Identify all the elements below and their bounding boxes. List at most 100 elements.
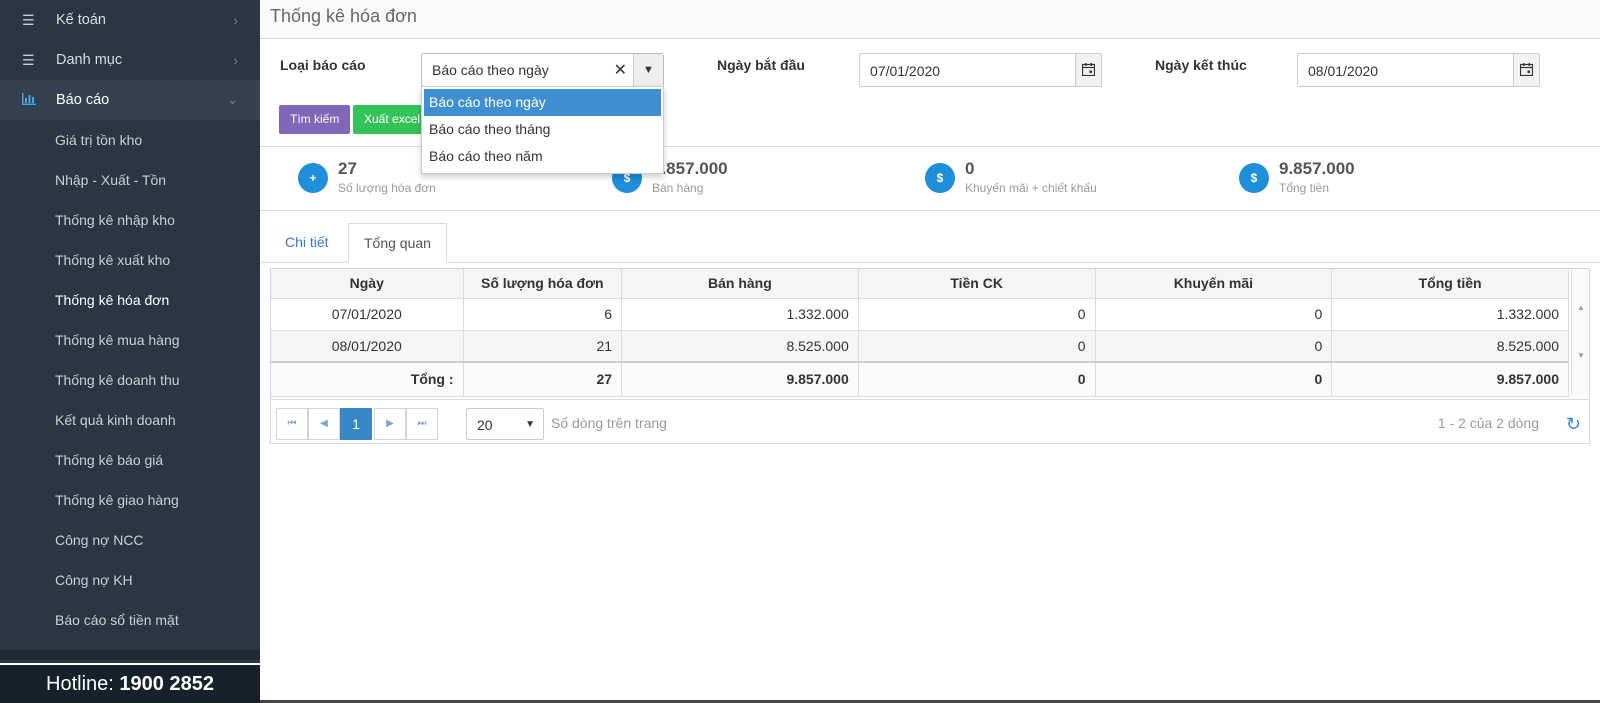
stat-value: 0 <box>965 159 975 178</box>
search-button[interactable]: Tìm kiếm <box>279 105 351 134</box>
table-cell: 8.525.000 <box>621 330 859 363</box>
sidebar-subitem[interactable]: Thống kê doanh thu <box>0 360 260 400</box>
column-header[interactable]: Bán hàng <box>621 269 859 299</box>
column-header[interactable]: Khuyến mãi <box>1095 269 1333 299</box>
sidebar-subitem[interactable]: Thống kê mua hàng <box>0 320 260 360</box>
dropdown-option[interactable]: Báo cáo theo ngày <box>424 89 661 116</box>
table-footer-cell: Tổng : <box>271 361 464 397</box>
sidebar-item-label: Kế toán <box>56 12 106 28</box>
hotline-number[interactable]: 1900 2852 <box>119 673 214 695</box>
data-grid: Ngày Số lượng hóa đơn Bán hàng Tiền CK K… <box>270 268 1590 444</box>
table-cell: 07/01/2020 <box>271 298 464 331</box>
sidebar-item-label: Báo cáo <box>56 92 110 108</box>
page-size-value[interactable]: 20 <box>477 417 493 433</box>
vertical-scrollbar[interactable]: ▲ ▼ <box>1571 269 1589 395</box>
table-cell: 21 <box>463 330 623 363</box>
filter-form: Loại báo cáo Báo cáo theo ngày ✕ ▼ Ngày … <box>260 39 1600 174</box>
sidebar-subitem[interactable]: Giá trị tồn kho <box>0 120 260 160</box>
scroll-down-icon[interactable]: ▼ <box>1577 351 1585 360</box>
stat-value: 9.857.000 <box>1279 159 1355 178</box>
sidebar: ☰ Kế toán › ☰ Danh mục › Báo cáo ⌄ Giá t… <box>0 0 260 703</box>
column-header[interactable]: Tiền CK <box>858 269 1096 299</box>
table-cell: 0 <box>858 330 1096 363</box>
prev-page-icon[interactable]: ◀ <box>308 408 340 440</box>
table-cell: 0 <box>858 298 1096 331</box>
table-footer-cell: 0 <box>1095 361 1333 397</box>
sidebar-subitem[interactable]: Công nợ NCC <box>0 520 260 560</box>
chevron-right-icon: › <box>233 12 238 28</box>
sidebar-subitem[interactable]: Nhập - Xuất - Tồn <box>0 160 260 200</box>
summary-table: Ngày Số lượng hóa đơn Bán hàng Tiền CK K… <box>271 269 1569 397</box>
table-cell: 1.332.000 <box>621 298 859 331</box>
page-size-select[interactable]: 20 ▼ <box>466 408 544 440</box>
calendar-icon[interactable] <box>1513 54 1539 86</box>
table-footer-cell: 27 <box>463 361 623 397</box>
dollar-icon: $ <box>925 163 955 193</box>
export-excel-button[interactable]: Xuất excel <box>353 105 432 134</box>
sidebar-item-label: Danh mục <box>56 52 123 68</box>
tab-tong-quan[interactable]: Tổng quan <box>348 223 447 263</box>
report-type-label: Loại báo cáo <box>280 57 366 73</box>
dropdown-option[interactable]: Báo cáo theo tháng <box>424 116 661 143</box>
clear-icon[interactable]: ✕ <box>614 60 627 80</box>
sidebar-subitem[interactable]: Thống kê nhập kho <box>0 200 260 240</box>
first-page-icon[interactable]: ⏮ <box>276 408 308 440</box>
table-footer-cell: 0 <box>858 361 1096 397</box>
dropdown-arrow-icon[interactable]: ▼ <box>633 54 663 86</box>
refresh-icon[interactable]: ↻ <box>1566 414 1581 435</box>
table-cell: 8.525.000 <box>1331 330 1569 363</box>
report-type-combobox[interactable]: Báo cáo theo ngày ✕ ▼ <box>421 53 664 87</box>
sidebar-subitem[interactable]: Thống kê giao hàng <box>0 480 260 520</box>
sidebar-subitem[interactable]: Thống kê xuất kho <box>0 240 260 280</box>
tab-chi-tiet[interactable]: Chi tiết <box>270 223 344 263</box>
table-cell: 0 <box>1095 330 1333 363</box>
sidebar-item-bao-cao[interactable]: Báo cáo ⌄ <box>0 80 260 120</box>
table-row[interactable]: 08/01/2020 21 8.525.000 0 0 8.525.000 <box>271 330 1569 363</box>
chevron-down-icon[interactable]: ▼ <box>525 419 535 430</box>
end-date-value[interactable]: 08/01/2020 <box>1308 63 1378 79</box>
report-type-value[interactable]: Báo cáo theo ngày <box>432 62 549 78</box>
report-type-dropdown: Báo cáo theo ngày Báo cáo theo tháng Báo… <box>421 86 664 174</box>
plus-circle-icon: + <box>298 163 328 193</box>
column-header[interactable]: Số lượng hóa đơn <box>463 269 623 299</box>
table-cell: 08/01/2020 <box>271 330 464 363</box>
end-date-label: Ngày kết thúc <box>1155 57 1247 73</box>
table-row[interactable]: 07/01/2020 6 1.332.000 0 0 1.332.000 <box>271 298 1569 331</box>
calendar-icon[interactable] <box>1075 54 1101 86</box>
next-page-icon[interactable]: ▶ <box>374 408 406 440</box>
table-footer-cell: 9.857.000 <box>621 361 859 397</box>
sidebar-subitem[interactable]: Thống kê báo giá <box>0 440 260 480</box>
table-header-row: Ngày Số lượng hóa đơn Bán hàng Tiền CK K… <box>271 269 1569 299</box>
pager: ⏮ ◀ 1 ▶ ⏭ 20 ▼ Số dòng trên trang 1 - 2 … <box>271 399 1589 443</box>
end-date-field[interactable]: 08/01/2020 <box>1297 53 1540 87</box>
page-title: Thống kê hóa đơn <box>260 0 1600 39</box>
table-footer-row: Tổng : 27 9.857.000 0 0 9.857.000 <box>271 361 1569 397</box>
sidebar-subitem[interactable]: Báo cáo sổ tiền mặt <box>0 600 260 640</box>
sidebar-subitem[interactable]: Công nợ KH <box>0 560 260 600</box>
list-icon: ☰ <box>22 51 35 68</box>
dropdown-option[interactable]: Báo cáo theo năm <box>424 143 661 170</box>
main-content: Thống kê hóa đơn Loại báo cáo Báo cáo th… <box>260 0 1600 703</box>
sidebar-item-danh-muc[interactable]: ☰ Danh mục › <box>0 40 260 80</box>
sidebar-subitem[interactable]: Kết quả kinh doanh <box>0 400 260 440</box>
table-cell: 0 <box>1095 298 1333 331</box>
hotline-bar: Hotline: 1900 2852 <box>0 663 260 703</box>
hotline-label: Hotline: <box>46 673 114 695</box>
page-size-label: Số dòng trên trang <box>551 415 667 431</box>
chevron-right-icon: › <box>233 52 238 68</box>
list-icon: ☰ <box>22 11 35 28</box>
sidebar-subitem-current[interactable]: Thống kê hóa đơn <box>0 280 260 320</box>
last-page-icon[interactable]: ⏭ <box>406 408 438 440</box>
start-date-field[interactable]: 07/01/2020 <box>859 53 1102 87</box>
stat-label: Bán hàng <box>652 181 704 195</box>
table-cell: 6 <box>463 298 623 331</box>
page-number-button[interactable]: 1 <box>340 408 372 440</box>
stat-label: Khuyến mãi + chiết khấu <box>965 181 1097 195</box>
sidebar-item-ke-toan[interactable]: ☰ Kế toán › <box>0 0 260 40</box>
start-date-label: Ngày bắt đầu <box>717 57 805 73</box>
column-header[interactable]: Ngày <box>271 269 464 299</box>
scroll-up-icon[interactable]: ▲ <box>1577 303 1585 312</box>
column-header[interactable]: Tổng tiền <box>1331 269 1569 299</box>
stat-label: Số lượng hóa đơn <box>338 181 436 195</box>
start-date-value[interactable]: 07/01/2020 <box>870 63 940 79</box>
